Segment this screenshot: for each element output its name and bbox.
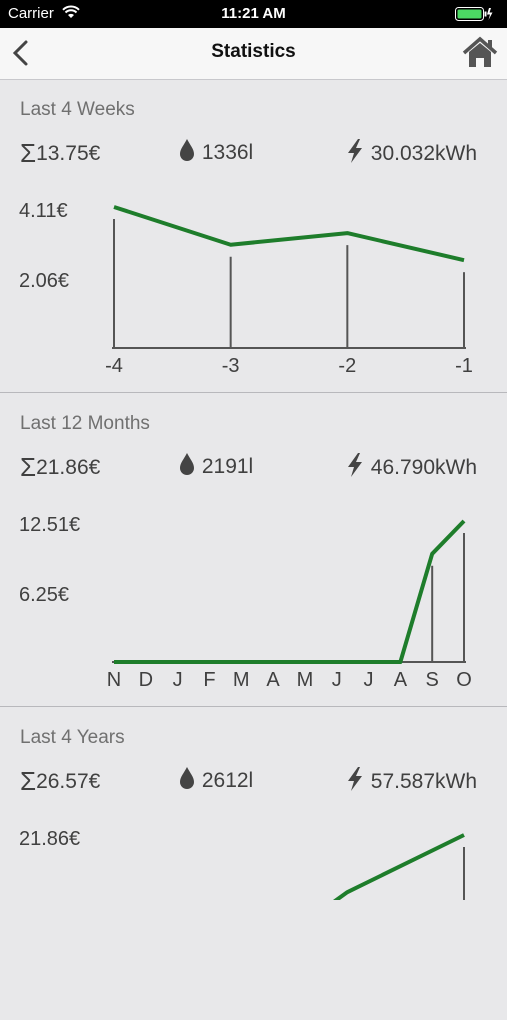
x-tick-label: N (107, 669, 121, 691)
status-bar: Carrier 11:21 AM (0, 0, 507, 28)
x-tick-label: A (266, 669, 280, 691)
x-tick-label: J (173, 669, 183, 691)
series-line (332, 833, 465, 900)
x-tick-label: S (426, 669, 439, 691)
chart-months: NDJFMAMJJASO (107, 519, 472, 691)
series-line (114, 519, 466, 664)
page-title: Statistics (211, 41, 296, 62)
x-tick-label: -1 (455, 355, 473, 377)
stats-section-years: Last 4 Years Σ26.57€ 2612l 57.587kWh 21.… (0, 707, 507, 1020)
home-icon[interactable] (461, 36, 499, 70)
clock: 11:21 AM (221, 5, 286, 22)
chart-weeks: -4 -3 -2 -1 (105, 205, 473, 377)
x-tick-label: -4 (105, 355, 123, 377)
x-tick-label: J (332, 669, 342, 691)
series-line (113, 205, 465, 263)
x-tick-label: D (139, 669, 153, 691)
stats-section-months: Last 12 Months Σ21.86€ 2191l 46.790kWh 1… (0, 393, 507, 707)
x-tick-label: F (203, 669, 215, 691)
x-tick-label: J (364, 669, 374, 691)
stats-section-weeks: Last 4 Weeks Σ13.75€ 1336l 30.032kWh 4.1… (0, 79, 507, 393)
x-tick-label: A (394, 669, 408, 691)
battery-icon (455, 7, 493, 21)
x-tick-label: -2 (338, 355, 356, 377)
x-tick-label: M (233, 669, 250, 691)
x-tick-label: -3 (222, 355, 240, 377)
x-tick-label: O (456, 669, 472, 691)
navigation-bar: Statistics (0, 28, 507, 80)
chart-years (332, 833, 465, 900)
x-tick-label: M (297, 669, 314, 691)
